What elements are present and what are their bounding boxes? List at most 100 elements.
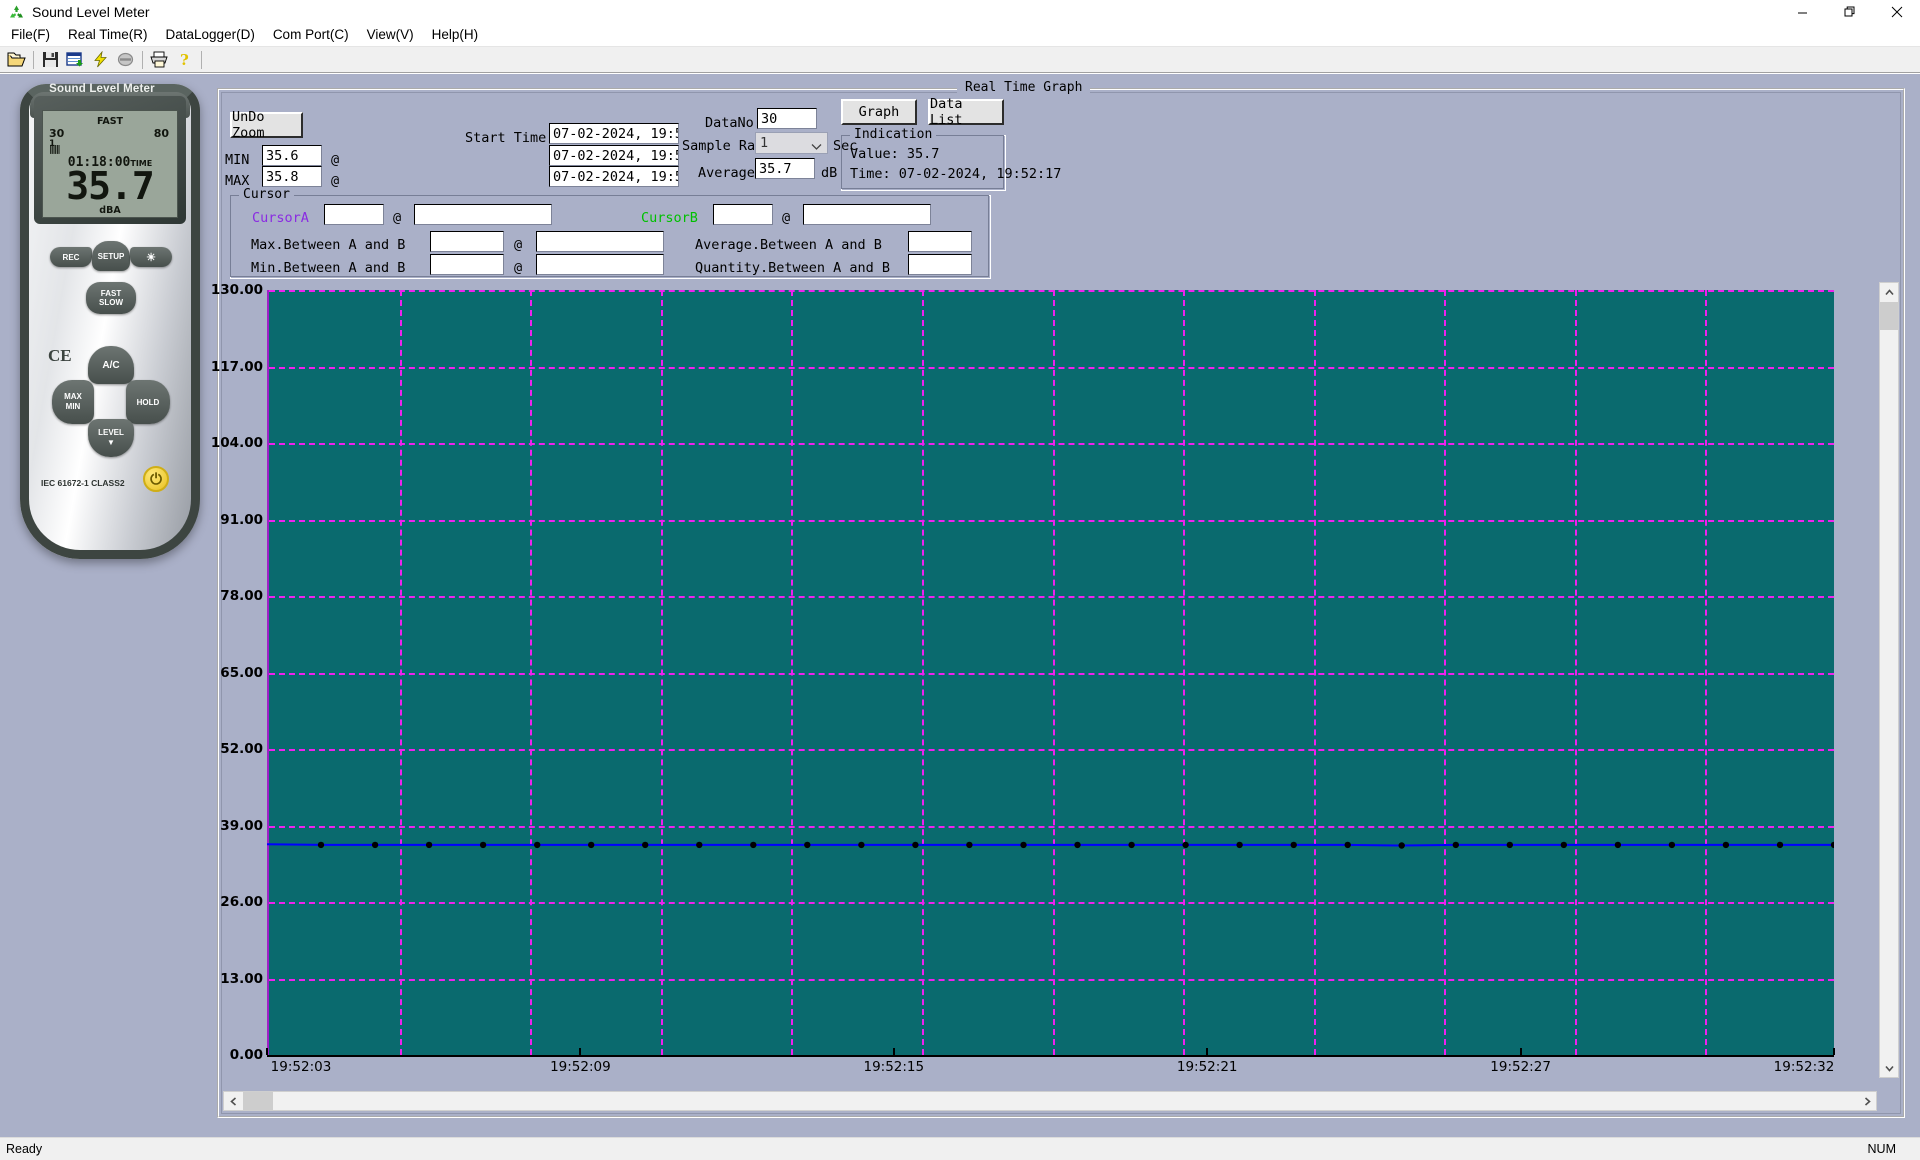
toolbar-separator-3: [201, 50, 202, 69]
scroll-down-arrow-icon[interactable]: [1880, 1059, 1898, 1077]
min-label: MIN: [225, 152, 250, 168]
max-between-value-field[interactable]: [430, 231, 504, 252]
min-time-field[interactable]: 07-02-2024, 19:52:24: [549, 145, 679, 166]
run-icon[interactable]: [88, 48, 113, 71]
chart-x-tick: [266, 1048, 268, 1055]
chart-gridline-vertical: [1705, 290, 1708, 1055]
scroll-up-arrow-icon[interactable]: [1880, 283, 1898, 301]
cursor-a-value-field[interactable]: [324, 204, 384, 225]
help-icon[interactable]: ?: [172, 48, 197, 71]
device-rec-button[interactable]: REC: [50, 247, 92, 267]
chart-gridline-vertical: [791, 290, 794, 1055]
device-hold-button[interactable]: HOLD: [126, 380, 170, 424]
device-fast-slow-button[interactable]: FAST SLOW: [86, 282, 136, 314]
start-time-value[interactable]: 07-02-2024, 19:52:03: [549, 123, 679, 144]
chart-gridline-horizontal: [269, 519, 1834, 522]
close-button[interactable]: [1873, 0, 1920, 24]
menu-file[interactable]: File(F): [2, 25, 59, 45]
save-icon[interactable]: [38, 48, 63, 71]
average-between-value-field[interactable]: [908, 231, 972, 252]
sample-rate-value: 1: [760, 135, 769, 151]
vertical-scroll-thumb[interactable]: [1880, 302, 1898, 330]
device-max-min-button[interactable]: MAX MIN: [52, 380, 94, 424]
start-time-label: Start Time: [465, 130, 547, 146]
min-at-symbol: @: [331, 152, 340, 168]
status-message: Ready: [6, 1142, 43, 1156]
chart-y-tick-label: 26.00: [220, 894, 263, 910]
toolbar: ?: [0, 46, 1920, 73]
menu-real-time[interactable]: Real Time(R): [59, 25, 157, 45]
chart-y-tick-label: 78.00: [220, 588, 263, 604]
chart-gridline-horizontal: [269, 290, 1834, 292]
chart-y-tick-label: 0.00: [229, 1047, 263, 1063]
print-icon[interactable]: [147, 48, 172, 71]
indication-time: 07-02-2024, 19:52:17: [898, 166, 1062, 182]
indication-value: 35.7: [906, 146, 940, 162]
device-illustration: Sound Level Meter FAST 30 80 1 |||||| 01…: [8, 74, 213, 694]
min-between-label: Min.Between A and B: [251, 260, 406, 276]
graph-button[interactable]: Graph: [841, 99, 917, 125]
scroll-left-arrow-icon[interactable]: [224, 1092, 242, 1110]
max-between-label: Max.Between A and B: [251, 237, 406, 253]
cursor-a-time-field[interactable]: [414, 204, 552, 225]
chart-y-tick-label: 52.00: [220, 741, 263, 757]
chart-gridline-horizontal: [269, 749, 1834, 751]
max-value-field[interactable]: 35.8: [262, 166, 322, 187]
undo-zoom-button[interactable]: UnDo Zoom: [230, 109, 303, 141]
device-backlight-button[interactable]: ☀: [130, 247, 172, 267]
max-between-time-field[interactable]: [536, 231, 664, 252]
chart-horizontal-scrollbar[interactable]: [223, 1091, 1877, 1111]
chart-x-axis-line: [267, 1055, 1834, 1057]
device-setup-button[interactable]: SETUP: [92, 241, 130, 271]
title-bar: Sound Level Meter: [0, 0, 1920, 24]
data-no-field[interactable]: 30: [757, 108, 817, 129]
menu-com-port[interactable]: Com Port(C): [264, 25, 358, 45]
client-area: Sound Level Meter FAST 30 80 1 |||||| 01…: [0, 74, 1920, 1137]
chart-plot[interactable]: [267, 290, 1834, 1055]
chart-gridline-vertical: [399, 290, 402, 1055]
cursor-b-time-field[interactable]: [803, 204, 931, 225]
chart-area: 0.00 13.00 26.00 39.00 52.00 65.00 78.00 91.00 1…: [211, 282, 1899, 1078]
chart-y-tick-label: 117.00: [210, 358, 263, 375]
window-title: Sound Level Meter: [32, 4, 150, 20]
scroll-right-arrow-icon[interactable]: [1858, 1092, 1876, 1110]
chart-y-tick-label: 104.00: [210, 435, 263, 451]
quantity-between-value-field[interactable]: [908, 254, 972, 275]
max-at-symbol: @: [331, 173, 340, 189]
menu-help[interactable]: Help(H): [423, 25, 488, 45]
device-ac-button[interactable]: A/C: [88, 346, 134, 384]
chart-gridline-vertical: [1183, 290, 1186, 1055]
menu-view[interactable]: View(V): [358, 25, 423, 45]
chart-x-tick-label: 19:52:27: [1490, 1059, 1551, 1075]
chart-vertical-scrollbar[interactable]: [1879, 282, 1899, 1078]
maximize-restore-button[interactable]: [1826, 0, 1873, 24]
cursor-b-value-field[interactable]: [713, 204, 773, 225]
indication-time-row: Time: 07-02-2024, 19:52:17: [850, 166, 1061, 182]
average-field[interactable]: 35.7: [755, 158, 815, 179]
chart-gridline-vertical: [1313, 290, 1316, 1055]
chart-x-tick-label: 19:52:09: [550, 1059, 611, 1075]
min-value-field[interactable]: 35.6: [262, 145, 322, 166]
chart-gridline-vertical: [1574, 290, 1577, 1055]
chart-x-tick-label: 19:52:15: [863, 1059, 925, 1075]
device-power-button[interactable]: ⏻: [143, 466, 169, 492]
lcd-unit: dBA: [99, 205, 121, 216]
data-list-button[interactable]: Data List: [928, 96, 1004, 128]
menu-datalogger[interactable]: DataLogger(D): [157, 25, 264, 45]
max-time-field[interactable]: 07-02-2024, 19:52:03: [549, 166, 679, 187]
minimize-button[interactable]: [1779, 0, 1826, 24]
data-no-label: DataNo.: [705, 115, 762, 131]
cursor-b-label: CursorB: [641, 210, 698, 226]
lcd-bargraph: ||||||: [49, 145, 61, 155]
chart-x-axis: 19:52:03 19:52:09 19:52:15 19:52:21 19:52:27…: [266, 1048, 1835, 1089]
min-between-at-symbol: @: [514, 260, 523, 276]
status-num-indicator: NUM: [1867, 1142, 1896, 1156]
min-between-value-field[interactable]: [430, 254, 504, 275]
datalist-icon[interactable]: [63, 48, 88, 71]
min-between-time-field[interactable]: [536, 254, 664, 275]
device-standard-label: IEC 61672-1 CLASS2: [41, 478, 125, 488]
chart-y-tick-label: 13.00: [220, 970, 263, 987]
sample-rate-select[interactable]: 1: [755, 132, 828, 154]
open-icon[interactable]: [4, 48, 29, 71]
horizontal-scroll-thumb[interactable]: [243, 1092, 273, 1110]
